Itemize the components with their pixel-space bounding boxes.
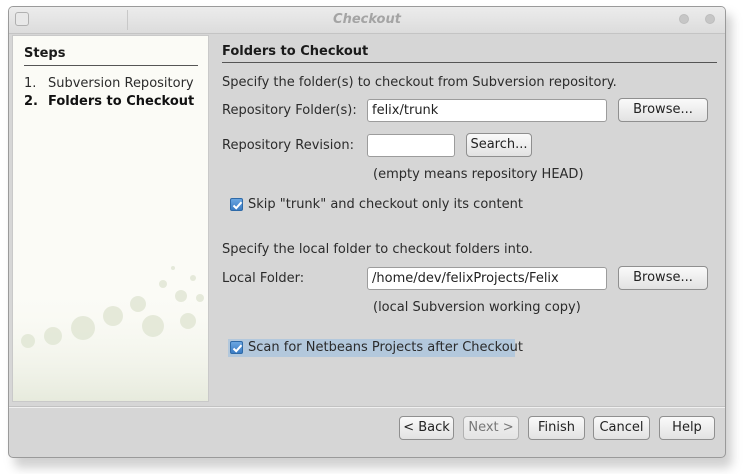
skip-trunk-label: Skip "trunk" and checkout only its conte… bbox=[248, 197, 523, 212]
cancel-button[interactable]: Cancel bbox=[593, 416, 650, 440]
repository-revision-input[interactable] bbox=[367, 134, 455, 157]
next-button[interactable]: Next > bbox=[463, 416, 519, 440]
step-item-folders-to-checkout: 2. Folders to Checkout bbox=[24, 94, 194, 109]
step-number: 2. bbox=[24, 94, 38, 109]
repository-folder-label: Repository Folder(s): bbox=[222, 103, 357, 118]
step-item-subversion-repository: 1. Subversion Repository bbox=[24, 76, 194, 91]
revision-search-button[interactable]: Search... bbox=[466, 133, 532, 157]
steps-heading: Steps bbox=[24, 46, 66, 61]
close-icon[interactable] bbox=[705, 14, 715, 24]
folders-panel: Folders to Checkout Specify the folder(s… bbox=[222, 35, 717, 402]
step-label: Subversion Repository bbox=[48, 76, 194, 91]
footer-divider-highlight bbox=[9, 407, 725, 408]
repository-browse-button[interactable]: Browse... bbox=[618, 98, 708, 122]
scan-projects-checkbox-row[interactable]: Scan for Netbeans Projects after Checkou… bbox=[228, 339, 523, 357]
scan-projects-checkbox[interactable] bbox=[230, 341, 243, 354]
local-folder-hint-text: (local Subversion working copy) bbox=[373, 300, 581, 315]
panel-title: Folders to Checkout bbox=[222, 44, 369, 59]
panel-divider bbox=[222, 62, 717, 63]
repository-folder-input[interactable]: felix/trunk bbox=[367, 99, 607, 122]
finish-button[interactable]: Finish bbox=[528, 416, 585, 440]
title-bar[interactable]: Checkout bbox=[9, 7, 725, 34]
revision-hint-text: (empty means repository HEAD) bbox=[373, 167, 584, 182]
window-title: Checkout bbox=[333, 12, 401, 27]
local-folder-intro-text: Specify the local folder to checkout fol… bbox=[222, 242, 533, 257]
step-number: 1. bbox=[24, 76, 37, 91]
steps-panel: Steps 1. Subversion Repository 2. Folders … bbox=[12, 35, 209, 402]
back-button[interactable]: < Back bbox=[399, 416, 454, 440]
skip-trunk-checkbox[interactable] bbox=[230, 198, 243, 211]
skip-trunk-checkbox-row[interactable]: Skip "trunk" and checkout only its conte… bbox=[228, 196, 528, 214]
steps-divider bbox=[24, 65, 198, 66]
step-label: Folders to Checkout bbox=[48, 94, 195, 109]
help-button[interactable]: Help bbox=[659, 416, 715, 440]
local-folder-label: Local Folder: bbox=[222, 271, 305, 286]
repository-revision-label: Repository Revision: bbox=[222, 138, 354, 153]
minimize-icon[interactable] bbox=[679, 14, 689, 24]
repository-intro-text: Specify the folder(s) to checkout from S… bbox=[222, 75, 617, 90]
checkout-dialog: Checkout Steps 1. Subversion Repository … bbox=[8, 6, 726, 458]
local-browse-button[interactable]: Browse... bbox=[618, 266, 708, 290]
local-folder-input[interactable]: /home/dev/felixProjects/Felix bbox=[367, 267, 607, 290]
scan-projects-label: Scan for Netbeans Projects after Checkou… bbox=[248, 340, 524, 355]
